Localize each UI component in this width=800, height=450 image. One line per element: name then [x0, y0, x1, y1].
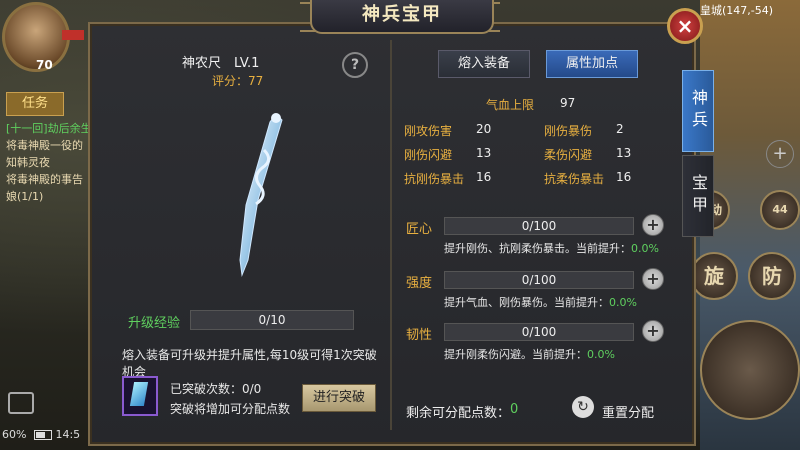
player-level: 70: [36, 58, 53, 72]
attribute-name: 强度: [406, 276, 433, 291]
quest-line: 娘(1/1): [6, 190, 44, 203]
stat-row: 刚伤暴伤 2: [544, 122, 624, 139]
attribute-name: 匠心: [406, 222, 433, 237]
skill-button-1[interactable]: 旋: [690, 252, 738, 300]
skill-button-2[interactable]: 防: [748, 252, 796, 300]
crystal-gem-icon: [129, 382, 149, 406]
map-coordinates: 皇城(147,-54): [700, 4, 774, 17]
add-point-button[interactable]: +: [642, 320, 664, 342]
stat-row: 刚伤闪避 13: [404, 146, 491, 163]
stat-label: 刚攻伤害: [404, 124, 453, 138]
attribute-row-toughness: 韧性 0/100 + 提升刚柔伤闪避。当前提升：0.0%: [406, 320, 676, 364]
stat-row: 刚攻伤害 20: [404, 122, 491, 139]
device-status-bar: 60% 14:5: [2, 428, 80, 441]
breakthrough-button[interactable]: 进行突破: [302, 384, 376, 412]
clock: 14:5: [55, 428, 81, 441]
stat-value: 16: [616, 170, 632, 184]
stat-label: 抗刚伤暴击: [404, 172, 465, 186]
hp-indicator: [62, 30, 84, 40]
attribute-section: 熔入装备 属性加点 气血上限 97 刚攻伤害 20 刚伤暴伤 2 刚伤闪避 13 柔伤…: [392, 40, 688, 440]
panel-title: 神兵宝甲: [362, 4, 442, 25]
panel-title-bar: 神兵宝甲: [310, 0, 494, 34]
attribute-row-craft: 匠心 0/100 + 提升刚伤、抗刚柔伤暴击。当前提升：0.0%: [406, 214, 676, 258]
stat-value: 13: [476, 146, 492, 160]
stat-label: 柔伤闪避: [544, 148, 593, 162]
potion-count: 44: [772, 203, 788, 216]
tab-treasure-armor[interactable]: 宝甲: [682, 155, 714, 237]
stat-row: 抗刚伤暴击 16: [404, 170, 491, 187]
attribute-row-strength: 强度 0/100 + 提升气血、刚伤暴伤。当前提升：0.0%: [406, 268, 676, 312]
exp-label: 升级经验: [128, 316, 181, 331]
weapon-name: 神农尺 LV.1: [182, 56, 260, 71]
attribute-desc-text: 提升刚伤、抗刚柔伤暴击。当前提升：: [444, 242, 631, 255]
remaining-points-value: 0: [510, 402, 519, 417]
attribute-progress-bar: 0/100: [444, 217, 634, 235]
stat-label: 抗柔伤暴击: [544, 172, 605, 186]
attribute-description: 提升气血、刚伤暴伤。当前提升：0.0%: [444, 294, 637, 310]
close-button[interactable]: ×: [667, 8, 703, 44]
exp-progress-bar: 0/10: [190, 310, 354, 330]
skill-2-label: 防: [762, 264, 782, 288]
reset-icon[interactable]: ↻: [572, 396, 594, 418]
quest-line: 将毒神殿的事告: [6, 173, 83, 186]
weapon-score: 评分：77: [212, 74, 264, 88]
breakthrough-crystal-icon[interactable]: [122, 376, 158, 416]
stat-value: 20: [476, 122, 492, 136]
attribute-points-button[interactable]: 属性加点: [546, 50, 638, 78]
add-point-button[interactable]: +: [642, 214, 664, 236]
stat-value: 13: [616, 146, 632, 160]
exp-progress-text: 0/10: [258, 313, 286, 327]
stat-label: 刚伤闪避: [404, 148, 453, 162]
attribute-progress-text: 0/100: [521, 273, 557, 287]
potion-slot[interactable]: 44: [760, 190, 800, 230]
weapon-info-section: 神农尺 LV.1 评分：77 ? 升级经验 0/10 熔入装备可升级并提升属性,…: [100, 40, 388, 440]
tab-divine-weapon[interactable]: 神兵: [682, 70, 714, 152]
remaining-points-label: 剩余可分配点数：: [406, 406, 511, 421]
hp-max-value: 97: [560, 96, 576, 110]
stat-value: 16: [476, 170, 492, 184]
task-tab[interactable]: 任务: [6, 92, 64, 116]
stat-row: 抗柔伤暴击 16: [544, 170, 631, 187]
breakthrough-hint: 突破将增加可分配点数: [170, 402, 291, 416]
attribute-pct: 0.0%: [587, 348, 615, 361]
add-skill-icon[interactable]: +: [766, 140, 794, 168]
quest-line: 知韩灵夜: [6, 156, 50, 169]
breakthrough-count: 已突破次数：0/0: [170, 382, 262, 396]
fuse-equipment-button[interactable]: 熔入装备: [438, 50, 530, 78]
quest-line: 将毒神殿一役的: [6, 139, 83, 152]
quest-line: [十一回]劫后余生: [6, 122, 92, 135]
reset-allocation-button[interactable]: 重置分配: [602, 402, 654, 421]
attribute-progress-bar: 0/100: [444, 323, 634, 341]
attribute-description: 提升刚柔伤闪避。当前提升：0.0%: [444, 346, 615, 362]
attribute-progress-bar: 0/100: [444, 271, 634, 289]
attribute-desc-text: 提升刚柔伤闪避。当前提升：: [444, 348, 587, 361]
skill-1-label: 旋: [704, 264, 724, 288]
stat-label: 刚伤暴伤: [544, 124, 593, 138]
attribute-pct: 0.0%: [631, 242, 659, 255]
upgrade-description: 熔入装备可升级并提升属性,每10级可得1次突破机会: [122, 348, 377, 379]
attribute-description: 提升刚伤、抗刚柔伤暴击。当前提升：0.0%: [444, 240, 659, 256]
battery-icon: [33, 430, 52, 440]
attribute-progress-text: 0/100: [521, 325, 557, 339]
attribute-name: 韧性: [406, 328, 433, 343]
quest-tracker[interactable]: [十一回]劫后余生 将毒神殿一役的 知韩灵夜 将毒神殿的事告 娘(1/1): [6, 120, 96, 205]
stat-row: 柔伤闪避 13: [544, 146, 631, 163]
help-icon[interactable]: ?: [342, 52, 368, 78]
attribute-desc-text: 提升气血、刚伤暴伤。当前提升：: [444, 296, 609, 309]
weapon-image: [239, 113, 283, 277]
stat-value: 2: [616, 122, 624, 136]
battery-percent: 60%: [2, 428, 27, 441]
hp-max-label: 气血上限: [486, 98, 535, 112]
camera-icon[interactable]: [8, 392, 34, 414]
attribute-progress-text: 0/100: [521, 219, 557, 233]
add-point-button[interactable]: +: [642, 268, 664, 290]
attack-button[interactable]: [700, 320, 800, 420]
attribute-pct: 0.0%: [609, 296, 637, 309]
